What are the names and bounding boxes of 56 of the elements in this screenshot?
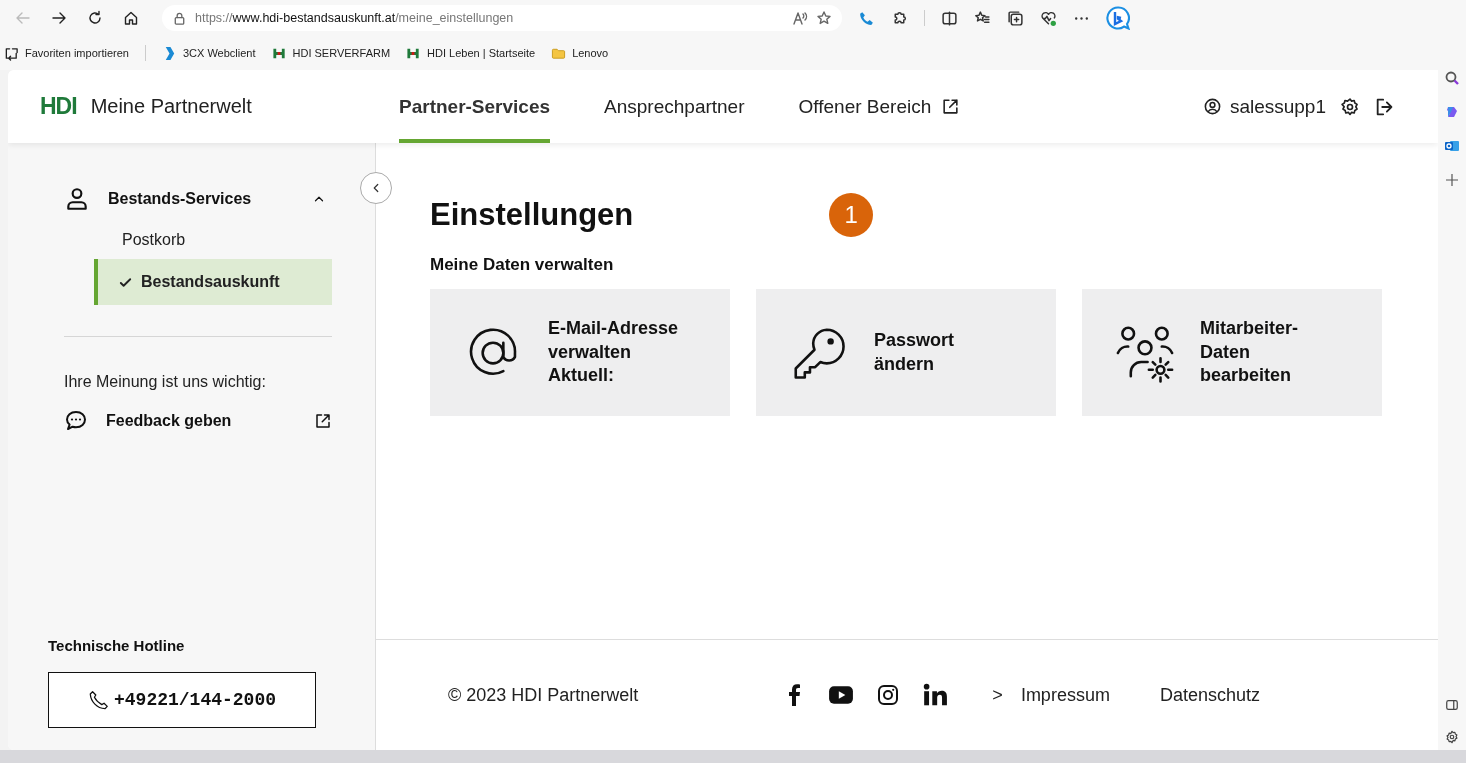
section-heading: Meine Daten verwalten — [430, 255, 615, 275]
settings-tile[interactable]: Mitarbeiter- Daten bearbeiten — [1082, 289, 1382, 416]
forward-icon[interactable] — [51, 10, 67, 26]
phone-icon[interactable] — [858, 9, 875, 27]
instagram-icon[interactable] — [876, 683, 901, 707]
home-icon[interactable] — [123, 10, 139, 26]
collections-icon[interactable] — [1007, 9, 1024, 27]
bookmark[interactable]: 3CX Webclient — [161, 45, 256, 61]
user-menu[interactable]: salessupp1 — [1202, 95, 1326, 118]
sidebar-item[interactable]: Postkorb — [102, 215, 332, 259]
nav-tab[interactable]: Offener Bereich — [798, 70, 961, 143]
settings-tile[interactable]: E-Mail-Adresse verwalten Aktuell: — [430, 289, 730, 416]
nav-tab[interactable]: Ansprechpartner — [604, 70, 745, 143]
reload-icon[interactable] — [87, 10, 103, 26]
settings-icon[interactable] — [1445, 730, 1459, 744]
sidebar-toggle-icon[interactable] — [1445, 698, 1459, 712]
split-screen-icon[interactable] — [941, 9, 958, 27]
footer-link[interactable]: Impressum — [1020, 684, 1110, 706]
address-bar[interactable]: https://www.hdi-bestandsauskunft.at/meine_einstellungen — [162, 5, 842, 31]
chat-icon — [64, 409, 88, 433]
hotline-button[interactable]: +49221/144-2000 — [48, 672, 316, 728]
add-icon[interactable] — [1444, 172, 1460, 188]
read-aloud-icon[interactable] — [792, 10, 808, 26]
site-title: Meine Partnerwelt — [90, 95, 252, 118]
bookmark[interactable]: HDI Leben | Startseite — [406, 45, 536, 61]
external-link-icon — [941, 97, 961, 116]
person-icon — [64, 186, 90, 212]
lock-icon — [172, 10, 187, 26]
hotline-heading: Technische Hotline — [48, 637, 186, 654]
logo[interactable]: HDI — [40, 93, 77, 120]
bookmark[interactable]: Favoriten importieren — [4, 45, 129, 61]
bookmark[interactable]: HDI SERVERFARM — [271, 45, 391, 61]
sidebar-section[interactable]: Bestands-Services — [56, 183, 332, 215]
external-link-icon — [314, 412, 332, 430]
page-title: Einstellungen — [430, 197, 634, 233]
import-icon — [4, 45, 19, 61]
settings-tile[interactable]: Passwort ändern — [756, 289, 1056, 416]
linkedin-icon[interactable] — [922, 682, 949, 708]
favorite-star-icon[interactable] — [816, 10, 832, 26]
url-text: https://www.hdi-bestandsauskunft.at/meine_einstellungen — [195, 11, 514, 25]
chat-bubble-icon[interactable] — [1106, 6, 1130, 30]
user-icon — [1202, 97, 1222, 116]
search-icon[interactable] — [1444, 70, 1460, 86]
section-label: Bestands-Services — [108, 190, 252, 208]
health-icon[interactable] — [1040, 9, 1057, 27]
settings-icon[interactable] — [1340, 96, 1360, 117]
nav-tab[interactable]: Partner-Services — [399, 70, 551, 143]
link-marker: > — [992, 684, 1003, 706]
phone-icon — [88, 689, 110, 711]
feedback-link[interactable]: Feedback geben — [56, 409, 332, 433]
step-badge: 1 — [829, 193, 874, 237]
bookmark[interactable]: Lenovo — [551, 45, 609, 61]
feedback-prompt: Ihre Meinung ist uns wichtig: — [63, 373, 267, 391]
copyright: © 2023 HDI Partnerwelt — [448, 684, 639, 706]
sidebar-item[interactable]: Bestandsauskunft — [94, 259, 332, 305]
footer-link[interactable]: Datenschutz — [1159, 684, 1260, 706]
